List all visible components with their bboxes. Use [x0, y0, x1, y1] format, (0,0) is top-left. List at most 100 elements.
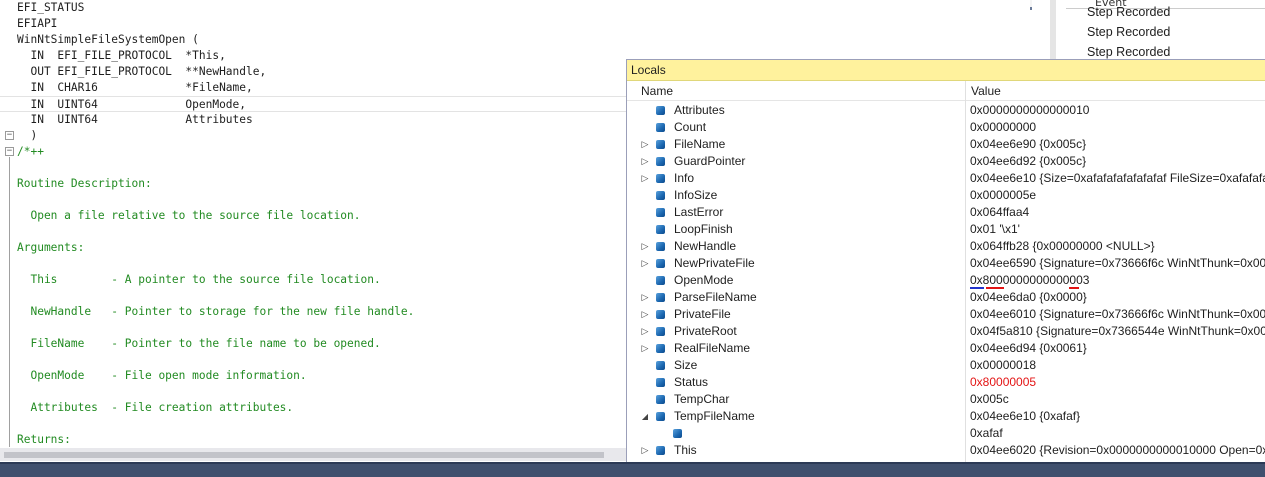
- variable-value[interactable]: 0x04ee6e90 {0x005c}: [970, 136, 1265, 153]
- collapse-arrow-icon[interactable]: [640, 408, 650, 425]
- locals-row[interactable]: Status 0x80000005: [627, 374, 1265, 391]
- locals-row[interactable]: Attributes 0x0000000000000010: [627, 102, 1265, 119]
- variable-value[interactable]: 0x04ee6e10 {0xafaf}: [970, 408, 1265, 425]
- locals-row[interactable]: Info 0x04ee6e10 {Size=0xafafafafafafafaf …: [627, 170, 1265, 187]
- expand-arrow-icon[interactable]: [640, 170, 650, 187]
- variable-value[interactable]: 0x0000005e: [970, 187, 1265, 204]
- variable-value[interactable]: 0x04ee6590 {Signature=0x73666f6c WinNtTh…: [970, 255, 1265, 272]
- variable-value[interactable]: 0x04ee6e10 {Size=0xafafafafafafafaf File…: [970, 170, 1265, 187]
- variable-value[interactable]: 0x04ee6010 {Signature=0x73666f6c WinNtTh…: [970, 306, 1265, 323]
- locals-row[interactable]: TempFileName 0x04ee6e10 {0xafaf}: [627, 408, 1265, 425]
- variable-name: OpenMode: [674, 273, 734, 287]
- locals-row[interactable]: NewPrivateFile 0x04ee6590 {Signature=0x73…: [627, 255, 1265, 272]
- variable-value[interactable]: 0x005c: [970, 391, 1265, 408]
- variable-value[interactable]: 0x04ee6d94 {0x0061}: [970, 340, 1265, 357]
- locals-window: Locals Name Value Attributes 0x0000000000…: [626, 59, 1265, 464]
- variable-icon: [656, 106, 665, 115]
- variable-value[interactable]: 0x04ee6da0 {0x0000}: [970, 289, 1265, 306]
- locals-row[interactable]: RealFileName 0x04ee6d94 {0x0061}: [627, 340, 1265, 357]
- variable-icon: [656, 327, 665, 336]
- locals-row[interactable]: OpenMode 0x8000000000000003: [627, 272, 1265, 289]
- expand-arrow-icon[interactable]: [640, 340, 650, 357]
- expand-arrow-icon[interactable]: [640, 442, 650, 459]
- code-text: OpenMode - File open mode information.: [17, 369, 307, 382]
- variable-value[interactable]: 0x0000000000000010: [970, 102, 1265, 119]
- locals-row[interactable]: GuardPointer 0x04ee6d92 {0x005c}: [627, 153, 1265, 170]
- variable-name: TempChar: [674, 392, 730, 406]
- locals-row[interactable]: NewHandle 0x064ffb28 {0x00000000 <NULL>}: [627, 238, 1265, 255]
- code-text: ): [17, 129, 38, 142]
- fold-collapse-icon[interactable]: −: [5, 147, 14, 156]
- name-column-header[interactable]: Name: [641, 84, 673, 98]
- variable-name: LastError: [674, 205, 724, 219]
- variable-name: InfoSize: [674, 188, 718, 202]
- variable-icon: [656, 446, 665, 455]
- expand-arrow-icon[interactable]: [640, 153, 650, 170]
- code-text: This - A pointer to the source file loca…: [17, 273, 381, 286]
- variable-value[interactable]: 0x064ffb28 {0x00000000 <NULL>}: [970, 238, 1265, 255]
- status-bar: [0, 462, 1265, 477]
- event-row[interactable]: Step Recorded: [1087, 3, 1170, 21]
- variable-value[interactable]: 0x04f5a810 {Signature=0x7366544e WinNtTh…: [970, 323, 1265, 340]
- locals-column-header: Name Value: [627, 81, 1265, 101]
- variable-value[interactable]: 0x04ee6020 {Revision=0x0000000000010000 …: [970, 442, 1265, 459]
- fold-collapse-icon[interactable]: −: [5, 131, 14, 140]
- variable-value[interactable]: 0x064ffaa4: [970, 204, 1265, 221]
- variable-name: ParseFileName: [674, 290, 757, 304]
- variable-name: Attributes: [674, 103, 725, 117]
- locals-row[interactable]: PrivateFile 0x04ee6010 {Signature=0x73666…: [627, 306, 1265, 323]
- code-text: /*++: [17, 145, 44, 158]
- variable-value[interactable]: 0x00000018: [970, 357, 1265, 374]
- variable-name: PrivateRoot: [674, 324, 737, 338]
- scrollbar-thumb[interactable]: [4, 452, 604, 458]
- expand-arrow-icon[interactable]: [640, 306, 650, 323]
- expand-arrow-icon[interactable]: [640, 323, 650, 340]
- expand-arrow-icon[interactable]: [640, 289, 650, 306]
- variable-icon: [656, 242, 665, 251]
- locals-row[interactable]: InfoSize 0x0000005e: [627, 187, 1265, 204]
- variable-name: FileName: [674, 137, 726, 151]
- code-text: FileName - Pointer to the file name to b…: [17, 337, 381, 350]
- variable-value[interactable]: 0x01 '\x1': [970, 221, 1265, 238]
- variable-value[interactable]: 0x04ee6d92 {0x005c}: [970, 153, 1265, 170]
- locals-row[interactable]: TempChar 0x005c: [627, 391, 1265, 408]
- event-row[interactable]: Step Recorded: [1087, 23, 1170, 41]
- expand-arrow-icon[interactable]: [640, 238, 650, 255]
- variable-icon: [656, 293, 665, 302]
- variable-icon: [656, 344, 665, 353]
- editor-horizontal-scrollbar[interactable]: [0, 448, 627, 461]
- variable-icon: [656, 259, 665, 268]
- locals-row[interactable]: This 0x04ee6020 {Revision=0x0000000000010…: [627, 442, 1265, 459]
- variable-value[interactable]: 0xafaf: [970, 425, 1265, 442]
- variable-value[interactable]: 0x8000000000000003: [970, 272, 1265, 289]
- code-text: IN CHAR16 *FileName,: [17, 81, 253, 94]
- locals-row[interactable]: ParseFileName 0x04ee6da0 {0x0000}: [627, 289, 1265, 306]
- variable-name: Size: [674, 358, 698, 372]
- expand-arrow-icon[interactable]: [640, 136, 650, 153]
- code-text: NewHandle - Pointer to storage for the n…: [17, 305, 415, 318]
- locals-row[interactable]: Size 0x00000018: [627, 357, 1265, 374]
- expand-arrow-icon[interactable]: [640, 255, 650, 272]
- code-line[interactable]: EFI_STATUS: [0, 0, 1030, 16]
- fold-guide: [9, 157, 10, 447]
- locals-row[interactable]: PrivateRoot 0x04f5a810 {Signature=0x73665…: [627, 323, 1265, 340]
- variable-value[interactable]: 0x80000005: [970, 374, 1265, 391]
- locals-row[interactable]: LastError 0x064ffaa4: [627, 204, 1265, 221]
- code-text: Attributes - File creation attributes.: [17, 401, 294, 414]
- variable-icon: [656, 310, 665, 319]
- code-line[interactable]: WinNtSimpleFileSystemOpen (: [0, 32, 1030, 48]
- variable-icon: [656, 140, 665, 149]
- locals-row[interactable]: FileName 0x04ee6e90 {0x005c}: [627, 136, 1265, 153]
- locals-row[interactable]: LoopFinish 0x01 '\x1': [627, 221, 1265, 238]
- locals-row[interactable]: Count 0x00000000: [627, 119, 1265, 136]
- variable-name: This: [674, 443, 697, 457]
- locals-row[interactable]: 0xafaf: [627, 425, 1265, 442]
- code-line[interactable]: EFIAPI: [0, 16, 1030, 32]
- value-column-header[interactable]: Value: [971, 84, 1001, 98]
- code-text: Arguments:: [17, 241, 85, 254]
- variable-value[interactable]: 0x00000000: [970, 119, 1265, 136]
- locals-titlebar[interactable]: Locals: [627, 60, 1265, 81]
- code-text: Routine Description:: [17, 177, 152, 190]
- code-text: IN UINT64 Attributes: [17, 113, 253, 126]
- variable-name: NewPrivateFile: [674, 256, 755, 270]
